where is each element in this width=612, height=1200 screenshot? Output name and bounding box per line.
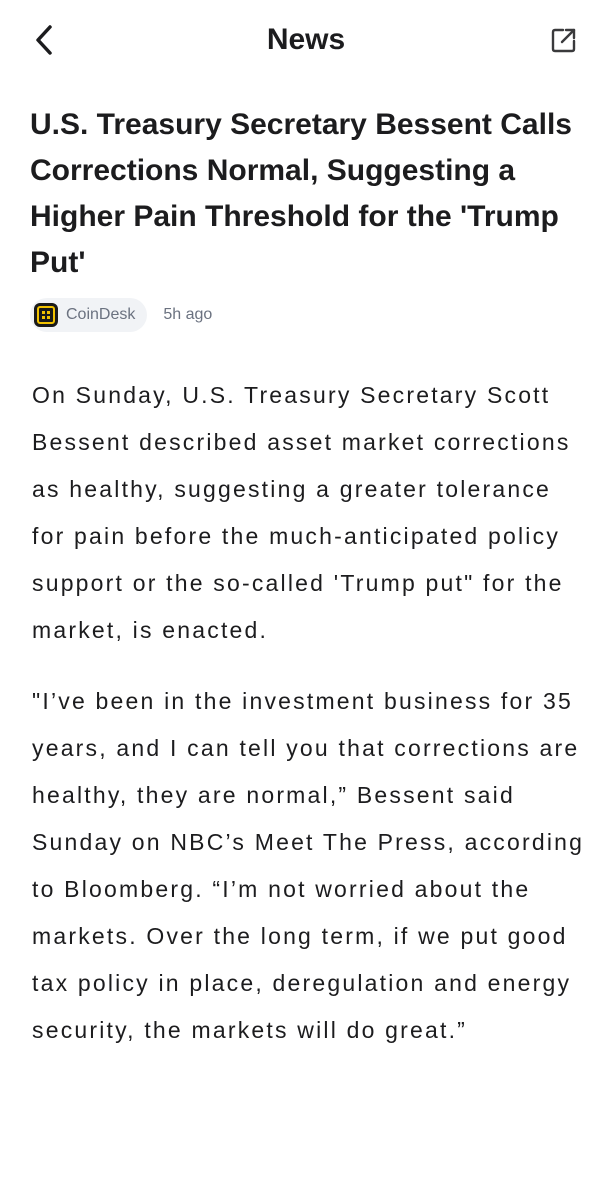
timestamp: 5h ago [163,306,213,323]
share-icon [551,28,576,53]
article-title: U.S. Treasury Secretary Bessent Calls Co… [30,108,572,279]
share-button[interactable] [546,22,582,58]
source-chip[interactable]: CoinDesk [30,298,148,332]
article-paragraph: "I’ve been in the investment business fo… [32,688,585,1043]
source-name: CoinDesk [66,306,136,323]
page-title: News [266,23,346,56]
coindesk-logo-icon [34,303,58,327]
navigation-bar: News [0,0,612,80]
article-body: On Sunday, U.S. Treasury Secretary Scott… [32,372,592,1078]
article-paragraph: On Sunday, U.S. Treasury Secretary Scott… [32,382,571,643]
article-meta: CoinDesk 5h ago [30,298,212,332]
